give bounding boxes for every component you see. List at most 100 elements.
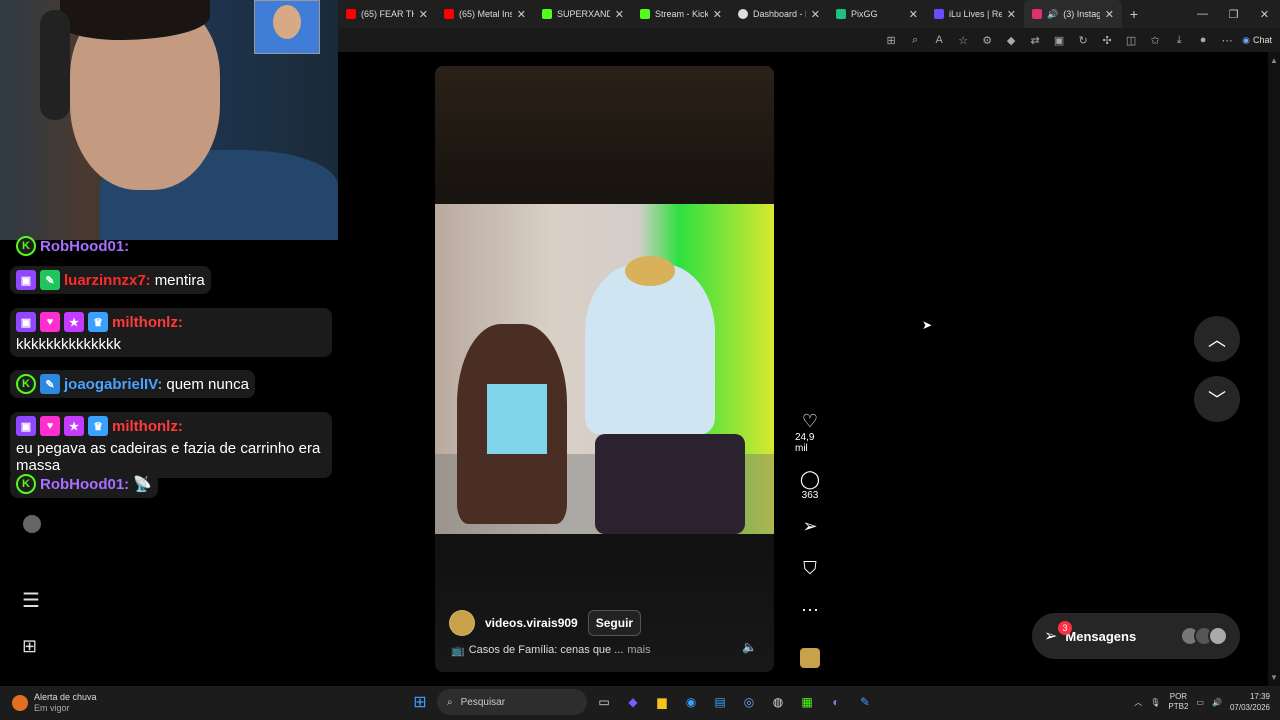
message-avatars [1180, 626, 1228, 646]
close-window-icon[interactable]: ✕ [1249, 8, 1280, 21]
app-icon[interactable]: ✎ [853, 690, 877, 714]
discord-icon[interactable]: ◐ [824, 690, 848, 714]
minimize-icon[interactable]: — [1187, 8, 1218, 20]
extensions-puzzle-icon[interactable]: ✣ [1098, 32, 1116, 48]
browser-tab[interactable]: (65) Metal Instru ✕ [436, 0, 534, 28]
audio-thumbnail[interactable] [800, 648, 820, 668]
close-tab-icon[interactable]: ✕ [909, 8, 918, 21]
browser-tab[interactable]: iLu Lives | React ✕ [926, 0, 1024, 28]
close-tab-icon[interactable]: ✕ [419, 8, 428, 21]
volume-icon[interactable]: 🔈 [742, 640, 757, 654]
hamburger-menu-icon[interactable]: ☰ [22, 588, 40, 613]
tray-chevron-icon[interactable]: ︿ [1134, 697, 1142, 708]
browser-tab[interactable]: SUPERXANDAO S ✕ [534, 0, 632, 28]
system-clock[interactable]: 17:39 07/03/2026 [1230, 691, 1270, 713]
language-indicator[interactable]: POR PTB2 [1168, 692, 1188, 712]
reel-video[interactable] [435, 204, 774, 534]
speaker-icon[interactable]: 🔊 [1047, 9, 1058, 20]
next-reel-button[interactable]: ﹀ [1194, 376, 1240, 422]
restore-icon[interactable]: ❐ [1218, 8, 1249, 21]
task-view-icon[interactable]: ▭ [592, 690, 616, 714]
author-avatar[interactable] [449, 610, 475, 636]
caption-text: Casos de Família: cenas que ... [468, 644, 624, 656]
youtube-icon [346, 9, 356, 19]
split-screen-icon[interactable]: ◫ [1122, 32, 1140, 48]
author-name[interactable]: videos.virais909 [485, 616, 578, 630]
heart-icon[interactable]: ♡ [802, 410, 818, 432]
scroll-up-icon[interactable]: ▲ [1270, 56, 1278, 65]
browser-tab[interactable]: Stream - Kick Da ✕ [632, 0, 730, 28]
close-tab-icon[interactable]: ✕ [517, 8, 526, 21]
video-person-man [585, 264, 715, 434]
volume-tray-icon[interactable]: 🔊 [1212, 698, 1222, 707]
copilot-icon[interactable]: ◆ [621, 690, 645, 714]
copilot-chat-button[interactable]: ◉ Chat [1242, 35, 1272, 46]
close-tab-icon[interactable]: ✕ [1007, 8, 1016, 21]
previous-reel-button[interactable]: ︿ [1194, 316, 1240, 362]
network-icon[interactable]: ▭ [1196, 698, 1204, 707]
bookmark-icon[interactable]: ⛉ [803, 557, 817, 579]
edge-browser-icon[interactable]: ◉ [679, 690, 703, 714]
store-icon[interactable]: ▤ [708, 690, 732, 714]
weather-widget[interactable]: Alerta de chuva Em vigor [12, 692, 97, 714]
taskbar-search[interactable]: ⌕ Pesquisar [437, 689, 587, 715]
app-icon[interactable]: ▦ [795, 690, 819, 714]
message-count-badge: 3 [1058, 621, 1072, 635]
weather-alert-icon [12, 695, 28, 711]
more-link[interactable]: mais [627, 644, 650, 657]
messages-button[interactable]: ➢ 3 Mensagens [1032, 613, 1240, 659]
chat-text: 📡 [133, 476, 152, 493]
favorite-star-icon[interactable]: ☆ [954, 32, 972, 48]
browser-tab[interactable]: (65) FEAR THE CI ✕ [338, 0, 436, 28]
browser-tab[interactable]: PixGG ✕ [828, 0, 926, 28]
close-tab-icon[interactable]: ✕ [713, 8, 722, 21]
more-action[interactable]: ⋯ [801, 599, 819, 621]
more-menu-icon[interactable]: ⋯ [1218, 32, 1236, 48]
extension-icon[interactable]: ⚙ [978, 32, 996, 48]
microphone-icon[interactable]: 🎙 [1150, 698, 1160, 707]
save-action[interactable]: ⛉ [803, 557, 817, 579]
kick-icon [640, 9, 650, 19]
extension-icon[interactable]: ▣ [1050, 32, 1068, 48]
browser-tab[interactable]: Dashboard - Live ✕ [730, 0, 828, 28]
close-tab-icon[interactable]: ✕ [1105, 8, 1114, 21]
zoom-icon[interactable]: ⌕ [906, 32, 924, 48]
more-dots-icon[interactable]: ⋯ [801, 599, 819, 621]
comment-action[interactable]: ◯ 363 [800, 468, 820, 501]
steam-icon[interactable]: ◎ [737, 690, 761, 714]
refresh-extension-icon[interactable]: ↻ [1074, 32, 1092, 48]
file-explorer-icon[interactable]: ▆ [650, 690, 674, 714]
lang-primary: POR [1169, 692, 1188, 701]
favorites-icon[interactable]: ✩ [1146, 32, 1164, 48]
send-icon[interactable]: ➢ [802, 515, 817, 537]
obs-icon[interactable]: ◍ [766, 690, 790, 714]
app-available-icon[interactable]: ⊞ [882, 32, 900, 48]
follow-button[interactable]: Seguir [587, 610, 642, 636]
new-tab-button[interactable]: + [1122, 6, 1146, 22]
windows-start-icon[interactable]: ⊞ [408, 690, 432, 714]
user-avatar[interactable] [23, 515, 41, 533]
read-aloud-icon[interactable]: A [930, 32, 948, 48]
close-tab-icon[interactable]: ✕ [811, 8, 820, 21]
send-icon: ➢ [1044, 628, 1058, 645]
browser-tab-active[interactable]: 🔊 (3) Instagram ✕ [1024, 0, 1122, 28]
tab-title: iLu Lives | React [949, 9, 1002, 19]
comment-icon[interactable]: ◯ [800, 468, 820, 490]
like-action[interactable]: ♡ 24,9 mil [795, 410, 825, 454]
close-tab-icon[interactable]: ✕ [615, 8, 624, 21]
apps-grid-icon[interactable]: ⊞ [22, 636, 37, 657]
downloads-icon[interactable]: ⤓ [1170, 32, 1188, 48]
heart-badge-icon: ♥ [40, 416, 60, 436]
extension-icon[interactable]: ◆ [1002, 32, 1020, 48]
profile-icon[interactable]: ● [1194, 32, 1212, 48]
globe-icon [738, 9, 748, 19]
share-action[interactable]: ➢ [802, 515, 817, 537]
translate-icon[interactable]: ⇄ [1026, 32, 1044, 48]
weather-title: Alerta de chuva [34, 692, 97, 702]
scroll-down-icon[interactable]: ▼ [1270, 673, 1278, 682]
page-scrollbar[interactable]: ▲ ▼ [1268, 52, 1280, 686]
reel-caption[interactable]: 📺 Casos de Família: cenas que ... mais [451, 644, 651, 657]
kick-badge-icon: K [16, 236, 36, 256]
heart-badge-icon: ♥ [40, 312, 60, 332]
chat-text: kkkkkkkkkkkkkk [16, 336, 121, 353]
